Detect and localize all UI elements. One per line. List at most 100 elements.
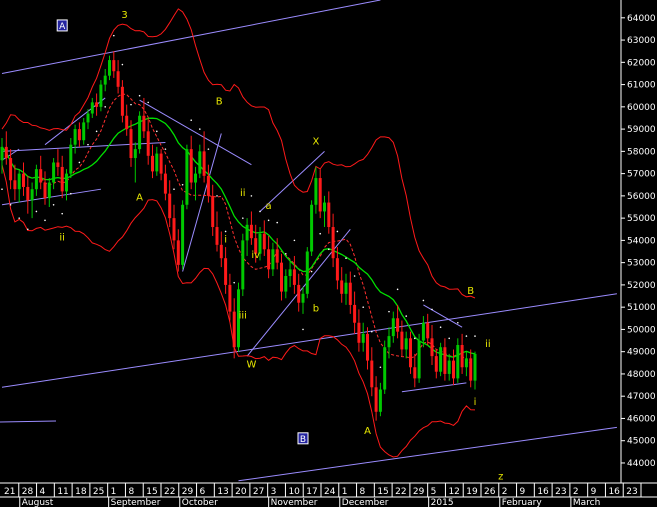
price-chart: 44000 45000 46000 47000 48000 49000 50000 51000… — [0, 0, 657, 507]
candle-body — [331, 227, 335, 259]
x-day-label: 22 — [395, 487, 406, 497]
candle-body — [305, 251, 309, 294]
wave-label: i — [474, 397, 477, 408]
candle-body — [224, 258, 228, 285]
sar-dot — [18, 217, 21, 219]
candle-body — [430, 338, 434, 357]
x-day-label: 2 — [502, 487, 508, 497]
sar-dot — [199, 128, 201, 130]
x-month-label: February — [502, 498, 543, 507]
candle-body — [155, 153, 159, 172]
sar-dot — [121, 63, 124, 66]
sar-dot — [233, 281, 235, 284]
sar-dot — [457, 321, 459, 324]
sar-dot — [164, 148, 167, 150]
wave-label: A — [136, 192, 143, 203]
x-day-label: 9 — [520, 487, 526, 497]
candle-body — [47, 182, 51, 199]
x-day-label: 5 — [431, 487, 437, 497]
y-tick-label: 46000 — [627, 414, 656, 424]
candle-body — [138, 115, 142, 150]
candle-body — [396, 318, 400, 332]
candle-body — [133, 149, 137, 159]
box-label: B — [300, 435, 306, 445]
candle-body — [142, 115, 146, 132]
wave-label: 3 — [121, 10, 127, 21]
x-day-label: 24 — [324, 487, 336, 497]
y-tick-label: 50000 — [627, 325, 656, 335]
candle-body — [340, 280, 344, 294]
y-tick-label: 59000 — [627, 125, 656, 135]
candle-body — [120, 86, 124, 116]
candle-body — [185, 149, 189, 205]
wave-label: ii — [240, 188, 246, 199]
sar-dot — [61, 212, 63, 215]
candle-body — [30, 189, 34, 201]
candle-body — [17, 173, 21, 190]
candle-body — [452, 360, 455, 379]
sar-dot — [250, 195, 253, 197]
candle-body — [241, 240, 245, 290]
x-month-label: October — [182, 498, 218, 507]
sar-dot — [1, 188, 3, 190]
candle-body — [56, 162, 60, 167]
candle-body — [65, 173, 68, 192]
sar-dot — [242, 217, 244, 219]
x-month-label: September — [111, 498, 161, 507]
x-day-label: 10 — [288, 487, 300, 497]
wave-label: iv — [251, 250, 260, 261]
sar-dot — [138, 94, 141, 97]
candle-body — [60, 166, 64, 192]
candle-body — [426, 322, 430, 339]
candle-body — [297, 284, 301, 303]
sar-dot — [310, 270, 313, 273]
candle-body — [469, 358, 473, 381]
candle-body — [421, 322, 425, 341]
x-day-label: 1 — [342, 487, 348, 497]
x-day-label: 18 — [75, 487, 87, 497]
x-day-label: 22 — [164, 487, 175, 497]
x-day-label: 8 — [128, 487, 134, 497]
candle-body — [181, 204, 185, 265]
sar-dot — [439, 326, 442, 328]
sar-dot — [181, 183, 184, 186]
candle-body — [43, 182, 47, 199]
wave-label: z — [498, 472, 503, 483]
candle-body — [116, 71, 120, 87]
wave-label: B — [216, 97, 223, 108]
sar-dot — [371, 330, 373, 333]
candle-body — [443, 347, 447, 374]
sar-dot — [336, 230, 339, 233]
x-day-label: 16 — [608, 487, 620, 497]
candle-body — [301, 293, 305, 303]
candle-body — [232, 311, 236, 348]
candle-body — [366, 333, 369, 361]
candle-body — [0, 146, 4, 161]
x-day-label: 1 — [111, 487, 117, 497]
x-day-label: 23 — [626, 487, 637, 497]
candle-body — [327, 202, 331, 228]
candle-body — [4, 146, 8, 159]
candle-body — [404, 338, 408, 350]
sar-dot — [388, 310, 390, 313]
candle-body — [13, 180, 17, 190]
candle-body — [348, 282, 352, 305]
candle-body — [26, 186, 30, 201]
candle-body — [318, 178, 322, 212]
candle-body — [34, 169, 38, 190]
y-tick-label: 63000 — [627, 36, 656, 46]
sar-dot — [104, 106, 106, 108]
chart-background — [0, 0, 657, 507]
candle-body — [409, 338, 412, 368]
sar-dot — [431, 308, 433, 311]
candle-body — [194, 173, 197, 183]
candle-body — [228, 284, 232, 312]
wave-label: iii — [239, 310, 247, 321]
wave-label: ii — [485, 339, 491, 350]
y-tick-label: 61000 — [627, 81, 656, 91]
candle-body — [275, 249, 279, 263]
x-day-label: 25 — [93, 487, 104, 497]
x-day-label: 29 — [182, 487, 194, 497]
candle-body — [267, 249, 271, 270]
candle-body — [249, 224, 253, 239]
